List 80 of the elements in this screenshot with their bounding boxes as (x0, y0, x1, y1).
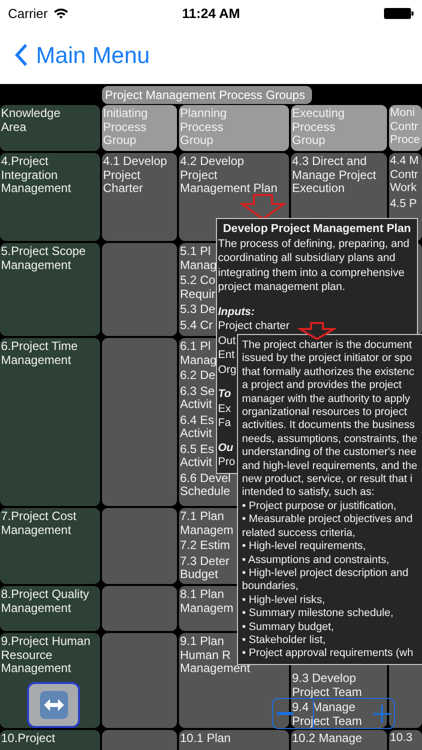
process-text[interactable]: 7.1 Plan (180, 510, 224, 524)
process-text[interactable]: 9.1 Plan (180, 635, 224, 648)
process-text[interactable]: 6.4 Es (180, 414, 214, 427)
process-text[interactable]: 8.1 Plan (180, 588, 224, 602)
popup-text: The project charter is the document issued by the project initiator or spo that formally authorizes the existenc a project and provides the project manager with the authority to apply organizational resources to project activities. It documents the business needs, assumptions, constraints, the understanding of the customer's nee and high-level requirements, and the new product, service, or result that i intended to satisfy, such as: • Project purpose or justification, • Measurable project objectives and related success criteria, • High-level requirements, • Assumptions and constraints, • High-level project description and boundaries, • High-level risks, • Summary milestone schedule, • Summary budget, • Stakeholder list, • Project approval requirements (wh (242, 339, 418, 661)
process-text[interactable]: 6.2 De (180, 369, 216, 382)
knowledge-area-cell: 5.Project Scope Management (0, 243, 100, 336)
knowledge-area-cell: 10.Project (0, 730, 100, 750)
process-text[interactable]: Project (180, 168, 218, 182)
down-arrow-icon (240, 194, 286, 220)
clock-time: 11:24 AM (182, 6, 240, 20)
process-text[interactable]: 10.2 Manage (292, 732, 362, 746)
popup-text: Project charter (218, 319, 290, 334)
column-header: Knowledge Area (0, 105, 100, 151)
process-text[interactable]: 7.3 Deter (180, 554, 230, 568)
process-text[interactable]: Contr (390, 168, 418, 182)
process-text[interactable]: Activit (180, 427, 212, 440)
process-text[interactable]: Managem (180, 524, 234, 537)
process-text[interactable]: 4.1 Develop (103, 155, 168, 168)
minus-icon (277, 712, 293, 715)
process-text[interactable]: Manag (180, 258, 217, 272)
process-text[interactable]: Budget (180, 568, 218, 582)
process-text[interactable]: Human R (180, 648, 231, 662)
popup-heading: Inputs: (218, 304, 255, 319)
process-text[interactable]: 5.2 Co (180, 274, 216, 288)
process-text[interactable]: 9.3 Develop (292, 672, 356, 686)
swap-button[interactable] (27, 682, 80, 728)
popup-text: Org (218, 362, 236, 377)
process-text[interactable]: Management (180, 662, 250, 676)
popup-text: Ex (218, 402, 231, 416)
process-text[interactable]: 5.4 Cr (180, 318, 213, 332)
process-text[interactable]: Activit (180, 456, 212, 470)
group-title: Project Management Process Groups (102, 86, 312, 104)
process-text[interactable]: 10.3 (390, 732, 412, 746)
knowledge-area-cell: 4.Project Integration Management (0, 153, 100, 241)
knowledge-area-cell: 6.Project Time Management (0, 338, 100, 506)
process-text[interactable]: 5.3 De (180, 303, 216, 316)
battery-icon (384, 8, 414, 18)
popup-text: Pro (218, 455, 236, 470)
process-text[interactable]: Project Team (292, 686, 362, 699)
popup-text: Out (218, 334, 236, 348)
process-text[interactable]: Managem (180, 602, 234, 615)
column-header: Initiating Process Group (102, 105, 177, 151)
plus-icon (373, 704, 391, 722)
carrier-label: Carrier (8, 6, 48, 20)
process-text[interactable]: Manage Project (292, 168, 376, 182)
knowledge-area-cell: 7.Project Cost Management (0, 508, 100, 584)
process-text[interactable]: 4.2 Develop (180, 155, 244, 168)
process-text[interactable]: Work (390, 182, 417, 196)
process-text[interactable]: 7.2 Estim (180, 539, 230, 552)
process-text[interactable]: Manag (180, 354, 217, 367)
popup-text: Ent (218, 348, 235, 362)
process-text[interactable]: Activit (180, 398, 212, 412)
popup-title: Develop Project Management Plan (222, 222, 412, 236)
process-text[interactable]: Execution (292, 182, 345, 196)
column-header: Moni Contr Proce (389, 105, 422, 151)
process-text[interactable]: Requir (180, 288, 216, 301)
back-button[interactable]: Main Menu (14, 42, 150, 68)
process-text[interactable]: Charter (103, 182, 144, 196)
process-text[interactable]: Project (103, 168, 140, 182)
process-text[interactable]: 6.1 Pl (180, 340, 211, 354)
column-header: Planning Process Group (179, 105, 289, 151)
process-text[interactable]: 10.1 Plan (180, 732, 231, 746)
popup-text: Fa (218, 416, 231, 430)
wifi-icon (52, 7, 69, 19)
process-text[interactable]: 6.5 Es (180, 442, 214, 456)
process-text[interactable]: 4.3 Direct and (292, 155, 367, 168)
column-header: Executing Process Group (291, 105, 387, 151)
process-text[interactable]: Management Plan (180, 182, 278, 196)
chevron-left-icon (14, 43, 28, 67)
process-text[interactable]: 6.3 Se (180, 384, 215, 398)
process-text[interactable]: Schedule (180, 485, 230, 498)
popup-heading: Ou (218, 440, 234, 455)
popup-heading: To (218, 387, 232, 402)
knowledge-area-cell: 8.Project Quality Management (0, 586, 100, 631)
process-text[interactable]: 4.4 M (390, 155, 419, 168)
process-text[interactable]: 4.5 P (390, 198, 417, 211)
popup-text: The process of defining, preparing, and coordinating all subsidiary plans and integrating them into a comprehensive project management plan. (218, 236, 410, 294)
process-text[interactable]: 5.1 Pl (180, 245, 211, 258)
process-text[interactable]: 6.6 Devel (180, 472, 231, 485)
